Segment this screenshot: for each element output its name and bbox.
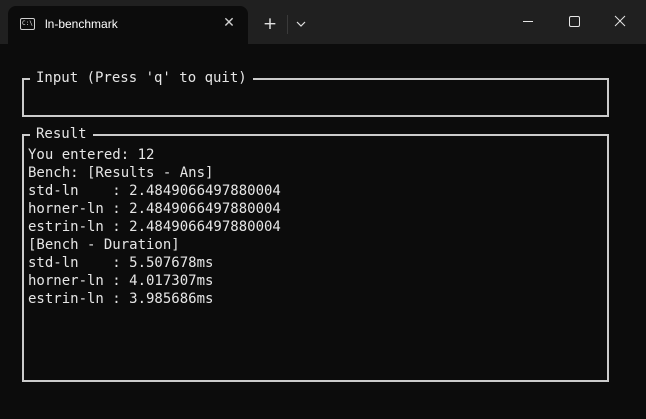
output-line: [Bench - Duration]	[28, 237, 180, 253]
input-panel-title: Input (Press 'q' to quit)	[30, 69, 253, 87]
terminal-window: C:\ ln-benchmark ✕ + Input (Press 'q' to…	[0, 0, 646, 419]
terminal-icon: C:\	[20, 18, 35, 30]
chevron-down-icon[interactable]	[292, 15, 310, 33]
result-output: You entered: 12 Bench: [Results - Ans] s…	[28, 146, 281, 308]
tab-ln-benchmark[interactable]: C:\ ln-benchmark ✕	[8, 6, 248, 44]
minimize-icon[interactable]	[505, 6, 551, 36]
close-icon[interactable]	[597, 6, 643, 36]
output-line: estrin-ln : 2.4849066497880004	[28, 219, 281, 235]
title-bar[interactable]: C:\ ln-benchmark ✕ +	[0, 0, 646, 44]
input-panel[interactable]: Input (Press 'q' to quit)	[22, 69, 609, 117]
output-line: horner-ln : 4.017307ms	[28, 273, 214, 289]
tab-title: ln-benchmark	[45, 17, 118, 31]
result-panel-title: Result	[30, 125, 93, 143]
output-line: You entered: 12	[28, 147, 155, 163]
tab-separator	[287, 15, 288, 34]
terminal-content[interactable]: Input (Press 'q' to quit) Result You ent…	[0, 44, 646, 419]
output-line: horner-ln : 2.4849066497880004	[28, 201, 281, 217]
maximize-icon[interactable]	[551, 6, 597, 36]
output-line: std-ln : 2.4849066497880004	[28, 183, 281, 199]
output-line: Bench: [Results - Ans]	[28, 165, 214, 181]
output-line: estrin-ln : 3.985686ms	[28, 291, 214, 307]
output-line: std-ln : 5.507678ms	[28, 255, 214, 271]
close-tab-icon[interactable]: ✕	[221, 15, 237, 31]
new-tab-icon[interactable]: +	[260, 14, 280, 34]
